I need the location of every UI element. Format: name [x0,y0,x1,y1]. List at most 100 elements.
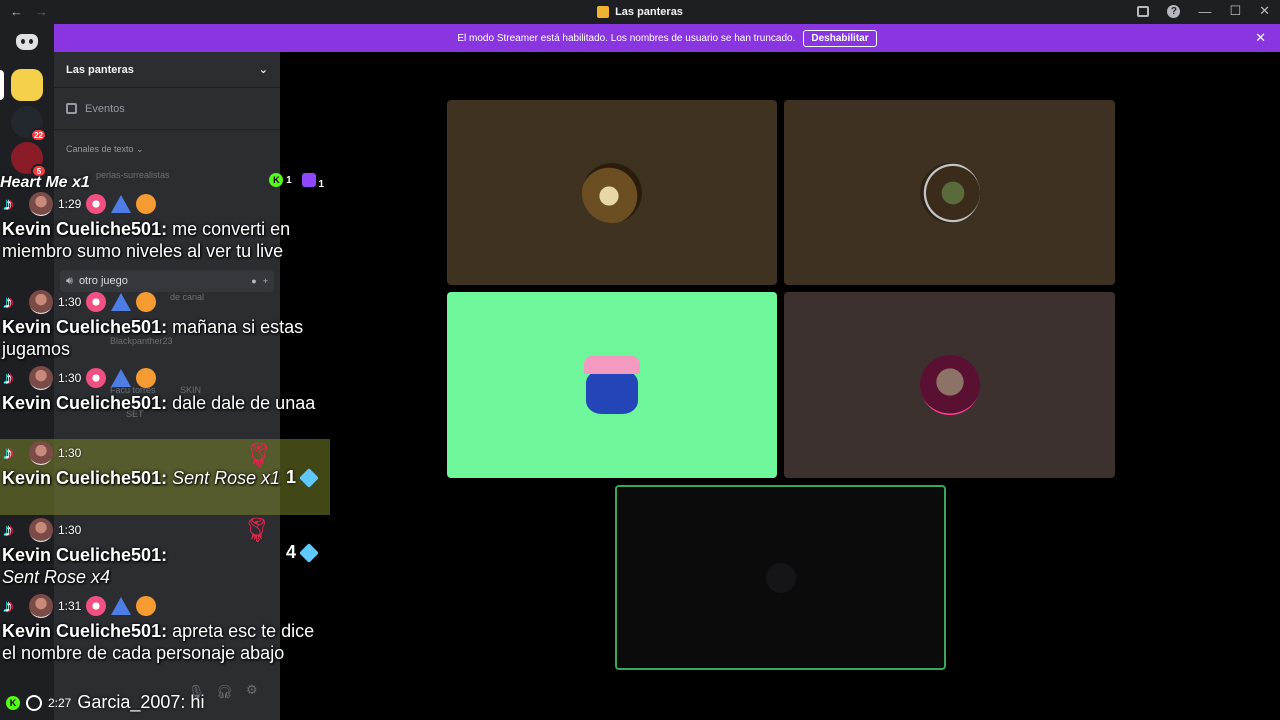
badge-icon [86,194,107,214]
discord-home-icon[interactable] [16,34,38,50]
tiktok-icon: ♪ [4,596,13,616]
chat-message: ♪ 1:29 Kevin Cueliche501: me converti en… [0,190,330,262]
message-user: Kevin Cueliche501: [2,545,168,565]
window-controls: ? — ☐ ✕ [1137,3,1270,19]
rose-icon: 🌹︎ [241,517,272,544]
notification-badge: 22 [30,128,47,142]
badge-icon [111,195,132,213]
category-text-channels[interactable]: Canales de texto ⌄ [54,130,280,159]
message-time: 1:30 [58,446,82,460]
twitch-count: 1 [318,179,324,190]
close-button[interactable]: ✕ [1259,3,1270,19]
gift-message: ♪ 1:30 🌹︎ 4 Kevin Cueliche501: Sent Rose… [0,516,330,588]
kick-icon: K [269,173,284,187]
active-server-indicator [0,70,4,100]
message-user: Kevin Cueliche501: [2,317,168,337]
server-icon-2[interactable]: 22 [11,106,47,142]
message-user: Kevin Cueliche501: [2,219,168,239]
badge-icon [111,293,132,311]
heart-badge-icon [136,194,157,214]
chat-message: ♪ 1:30 Kevin Cueliche501: mañana si esta… [0,288,330,360]
chat-message: ♪ 1:30 Kevin Cueliche501: dale dale de u… [0,364,330,414]
diamond-icon [299,542,319,563]
badge-icon [86,292,107,312]
gift-count: 1 [285,467,296,487]
message-time: 1:30 [58,523,82,537]
participant-tile-1[interactable] [447,100,777,285]
avatar [29,290,53,314]
message-time: 1:31 [58,599,82,613]
help-icon[interactable]: ? [1167,4,1181,18]
title-bar: ← → Las panteras ? — ☐ ✕ [0,0,1280,24]
calendar-icon [66,103,77,114]
message-text: Sent Rose x4 [2,567,111,587]
mic-icon[interactable]: 🎙︎ [188,684,205,700]
message-time: 1:30 [58,295,82,309]
server-name: Las panteras [66,63,134,76]
tiktok-icon: ♪ [4,292,13,312]
maximize-button[interactable]: ☐ [1229,3,1241,19]
tiktok-icon: ♪ [4,520,13,540]
badge-icon [111,369,132,387]
server-icon [597,6,610,18]
avatar [29,594,53,618]
avatar [919,162,980,223]
server-header[interactable]: Las panteras ⌄ [54,52,280,88]
chevron-down-icon[interactable]: ⌄ [259,63,268,76]
avatar [29,192,53,216]
gift-message: ♪ 1:30 🌹︎ 1 Kevin Cueliche501: Sent Rose… [0,439,330,515]
banner-text: El modo Streamer está habilitado. Los no… [457,32,796,44]
twitch-icon [301,173,316,187]
message-time: 1:30 [58,371,82,385]
latest-message: K 2:27 Garcia_2007: hi [6,692,204,713]
window-title: Las panteras [0,0,1280,24]
avatar [584,356,640,415]
heart-badge-icon [136,596,157,616]
avatar [29,441,53,465]
avatar [919,355,980,415]
message-user: Kevin Cueliche501: [2,393,168,413]
window-title-text: Las panteras [615,6,683,18]
participant-tile-3[interactable] [447,292,777,478]
gift-count: 4 [285,542,296,562]
avatar [765,562,796,593]
participant-tile-4[interactable] [784,292,1115,478]
message-text: Sent Rose x1 [172,468,281,488]
chat-message: ♪ 1:31 Kevin Cueliche501: apreta esc te … [0,592,330,664]
message-text: Garcia_2007: hi [77,692,205,712]
server-icon-1[interactable] [11,69,43,101]
avatar [29,518,53,542]
message-text: dale dale de unaa [172,393,316,413]
streamer-mode-banner: El modo Streamer está habilitado. Los no… [54,24,1280,52]
participant-tile-2[interactable] [784,100,1115,285]
chat-overlay: Heart Me x1 K 1 1 ♪ 1:29 Kevin Cueliche5… [0,160,330,720]
badge-icon [111,597,132,615]
minimize-button[interactable]: — [1198,4,1211,19]
headphones-icon[interactable]: 🎧︎ [216,684,233,700]
inbox-icon[interactable] [1137,5,1150,17]
platform-counts: K 1 1 [269,173,324,190]
heart-badge-icon [136,368,157,388]
heart-badge-icon [136,292,157,312]
disable-streamer-button[interactable]: Deshabilitar [803,29,877,47]
avatar [582,162,642,223]
avatar [29,366,53,390]
message-time: 1:29 [58,197,82,211]
participant-tile-speaking[interactable] [615,485,946,670]
message-time: 2:27 [48,695,72,710]
badge-icon [86,596,107,616]
tiktok-icon: ♪ [4,443,13,463]
badge-icon [86,368,107,388]
kick-icon: K [6,695,20,710]
tiktok-icon: ♪ [4,194,13,214]
user-icon [26,694,42,711]
tiktok-icon: ♪ [4,368,13,388]
category-label: Canales de texto [66,144,134,154]
kick-count: 1 [286,175,292,186]
close-icon[interactable]: ✕ [1255,30,1266,46]
diamond-icon [299,467,319,488]
events-label: Eventos [85,102,125,115]
events-item[interactable]: Eventos [54,88,280,130]
message-user: Kevin Cueliche501: [2,621,168,641]
gear-icon[interactable]: ⚙︎ [246,682,258,698]
